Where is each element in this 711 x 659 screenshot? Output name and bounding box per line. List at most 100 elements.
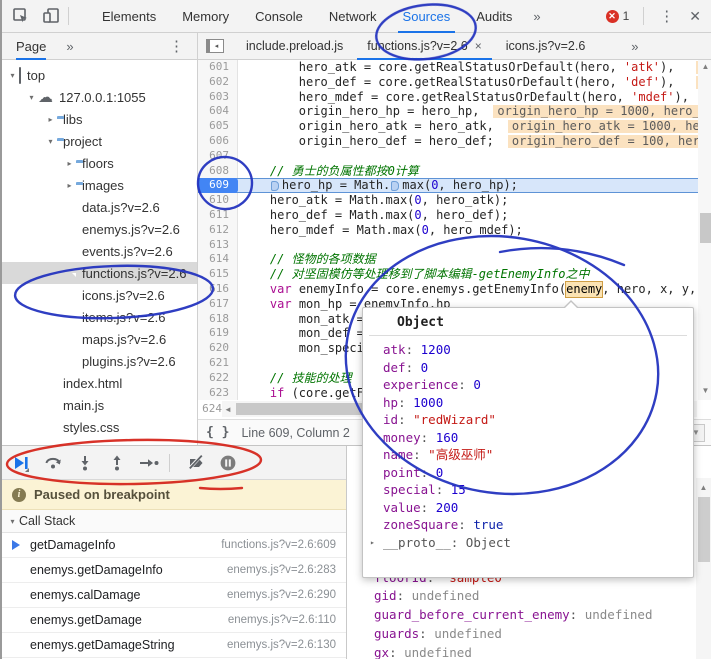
line-number-610[interactable]: 610: [198, 193, 238, 208]
code-line-614[interactable]: 614 // 怪物的各项数据: [198, 252, 711, 267]
code-line-613[interactable]: 613: [198, 238, 711, 253]
tree-item-items-js-v-2-6[interactable]: items.js?v=2.6: [2, 306, 197, 328]
scope-variable-guard-before-current-enemy[interactable]: guard_before_current_enemy: undefined: [374, 607, 652, 622]
object-property-proto[interactable]: ▸__proto__: Object: [383, 534, 693, 552]
line-number-601[interactable]: 601: [198, 60, 238, 75]
tree-item-enemys-js-v-2-6[interactable]: enemys.js?v=2.6: [2, 218, 197, 240]
navigator-menu-icon[interactable]: ⋮: [160, 37, 193, 55]
code-line-606[interactable]: 606 origin_hero_def = hero_def;origin_he…: [198, 134, 711, 149]
scope-variable-gid[interactable]: gid: undefined: [374, 588, 479, 603]
tree-item-floors[interactable]: ▸floors: [2, 152, 197, 174]
tree-item-functions-js-v-2-6[interactable]: functions.js?v=2.6: [2, 262, 197, 284]
call-stack-frame-getdamageinfo[interactable]: getDamageInfofunctions.js?v=2.6:609: [2, 533, 346, 558]
object-property-name[interactable]: name: "高级巫师": [383, 446, 693, 464]
line-number-620[interactable]: 620: [198, 341, 238, 356]
object-property-hp[interactable]: hp: 1000: [383, 394, 693, 412]
pretty-print-icon[interactable]: { }: [206, 425, 229, 440]
object-property-atk[interactable]: atk: 1200: [383, 341, 693, 359]
line-number-617[interactable]: 617: [198, 297, 238, 312]
line-number-608[interactable]: 608: [198, 164, 238, 179]
continue-to-here-marker[interactable]: [271, 181, 279, 191]
devtools-tab-elements[interactable]: Elements: [89, 0, 169, 33]
object-property-point[interactable]: point: 0: [383, 464, 693, 482]
code-line-604[interactable]: 604 origin_hero_hp = hero_hp,origin_hero…: [198, 104, 711, 119]
line-number-607[interactable]: 607: [198, 149, 238, 164]
tree-item-main-js[interactable]: main.js: [2, 394, 197, 416]
devtools-tab-audits[interactable]: Audits: [463, 0, 525, 33]
step-over-button[interactable]: [40, 450, 66, 476]
step-button[interactable]: [136, 450, 162, 476]
tree-item-project[interactable]: ▾project: [2, 130, 197, 152]
devtools-tab-network[interactable]: Network: [316, 0, 390, 33]
vertical-scroll-thumb[interactable]: [700, 213, 711, 243]
line-number-618[interactable]: 618: [198, 312, 238, 327]
device-toolbar-icon[interactable]: [40, 5, 62, 27]
hovered-variable[interactable]: enemy: [565, 281, 603, 298]
scope-scroll-thumb[interactable]: [698, 497, 710, 562]
object-preview-popup[interactable]: Object atk: 1200def: 0experience: 0hp: 1…: [362, 307, 694, 578]
resume-script-button[interactable]: [8, 450, 34, 476]
code-line-607[interactable]: 607: [198, 149, 711, 164]
scope-variable-gx[interactable]: gx: undefined: [374, 645, 472, 659]
chevron-expanded-icon[interactable]: ▾: [44, 137, 57, 146]
editor-tab-icons-js-v-2-6[interactable]: icons.js?v=2.6: [494, 33, 598, 60]
code-line-605[interactable]: 605 origin_hero_atk = hero_atk,origin_he…: [198, 119, 711, 134]
tree-item-127-0-0-1-1055[interactable]: ▾☁127.0.0.1:1055: [2, 86, 197, 108]
object-property-def[interactable]: def: 0: [383, 359, 693, 377]
chevron-expanded-icon[interactable]: ▾: [25, 93, 38, 102]
object-property-money[interactable]: money: 160: [383, 429, 693, 447]
more-tabs-icon[interactable]: »: [525, 9, 548, 24]
line-number-614[interactable]: 614: [198, 252, 238, 267]
navigator-tab-page[interactable]: Page: [16, 33, 46, 60]
tree-item-index-html[interactable]: index.html: [2, 372, 197, 394]
code-line-603[interactable]: 603 hero_mdef = core.getRealStatusOrDefa…: [198, 90, 711, 105]
code-line-615[interactable]: 615 // 对坚固模仿等处理移到了脚本编辑-getEnemyInfo之中: [198, 267, 711, 282]
tree-item-events-js-v-2-6[interactable]: events.js?v=2.6: [2, 240, 197, 262]
hide-navigator-icon[interactable]: ◂: [206, 39, 224, 53]
line-number-611[interactable]: 611: [198, 208, 238, 223]
object-property-experience[interactable]: experience: 0: [383, 376, 693, 394]
tree-item-styles-css[interactable]: styles.css: [2, 416, 197, 438]
tree-item-data-js-v-2-6[interactable]: data.js?v=2.6: [2, 196, 197, 218]
scroll-left-icon[interactable]: ◄: [222, 405, 234, 414]
close-tab-icon[interactable]: ×: [475, 39, 482, 53]
step-into-button[interactable]: [72, 450, 98, 476]
code-line-611[interactable]: 611 hero_def = Math.max(0, hero_def);: [198, 208, 711, 223]
inspect-element-icon[interactable]: [10, 5, 32, 27]
line-number-602[interactable]: 602: [198, 75, 238, 90]
object-property-id[interactable]: id: "redWizard": [383, 411, 693, 429]
devtools-menu-icon[interactable]: ⋮: [650, 7, 683, 25]
object-property-special[interactable]: special: 15: [383, 481, 693, 499]
line-number-615[interactable]: 615: [198, 267, 238, 282]
object-property-zonesquare[interactable]: zoneSquare: true: [383, 516, 693, 534]
chevron-collapsed-icon[interactable]: ▸: [63, 159, 76, 168]
code-line-616[interactable]: 616 var enemyInfo = core.enemys.getEnemy…: [198, 282, 711, 297]
line-number-616[interactable]: 616: [198, 282, 238, 297]
code-line-602[interactable]: 602 hero_def = core.getRealStatusOrDefau…: [198, 75, 711, 90]
continue-to-here-marker[interactable]: [391, 181, 399, 191]
call-stack-frame-enemys-getdamage[interactable]: enemys.getDamageenemys.js?v=2.6:110: [2, 608, 346, 633]
devtools-tab-memory[interactable]: Memory: [169, 0, 242, 33]
line-number-604[interactable]: 604: [198, 104, 238, 119]
editor-tab-include-preload-js[interactable]: include.preload.js: [234, 33, 355, 60]
editor-tab-functions-js-v-2-6[interactable]: functions.js?v=2.6×: [355, 33, 493, 60]
console-error-badge[interactable]: ✕ 1: [606, 9, 630, 23]
chevron-expanded-icon[interactable]: ▾: [6, 71, 19, 80]
tree-item-libs[interactable]: ▸libs: [2, 108, 197, 130]
editor-vertical-scrollbar[interactable]: ▲ ▼: [698, 60, 711, 400]
line-number-623[interactable]: 623: [198, 386, 238, 401]
tree-item-icons-js-v-2-6[interactable]: icons.js?v=2.6: [2, 284, 197, 306]
object-property-value[interactable]: value: 200: [383, 499, 693, 517]
scroll-up-icon[interactable]: ▲: [698, 62, 711, 71]
line-number-605[interactable]: 605: [198, 119, 238, 134]
code-line-601[interactable]: 601 hero_atk = core.getRealStatusOrDefau…: [198, 60, 711, 75]
tree-item-maps-js-v-2-6[interactable]: maps.js?v=2.6: [2, 328, 197, 350]
scope-scrollbar[interactable]: ▲: [696, 478, 711, 659]
line-number-609[interactable]: 609: [198, 178, 238, 193]
devtools-tab-sources[interactable]: Sources: [390, 0, 464, 33]
call-stack-frame-enemys-getdamageinfo[interactable]: enemys.getDamageInfoenemys.js?v=2.6:283: [2, 558, 346, 583]
scope-variable-guards[interactable]: guards: undefined: [374, 626, 502, 641]
step-out-button[interactable]: [104, 450, 130, 476]
line-number-612[interactable]: 612: [198, 223, 238, 238]
code-line-609[interactable]: 609 hero_hp = Math.max(0, hero_hp);: [198, 178, 711, 193]
